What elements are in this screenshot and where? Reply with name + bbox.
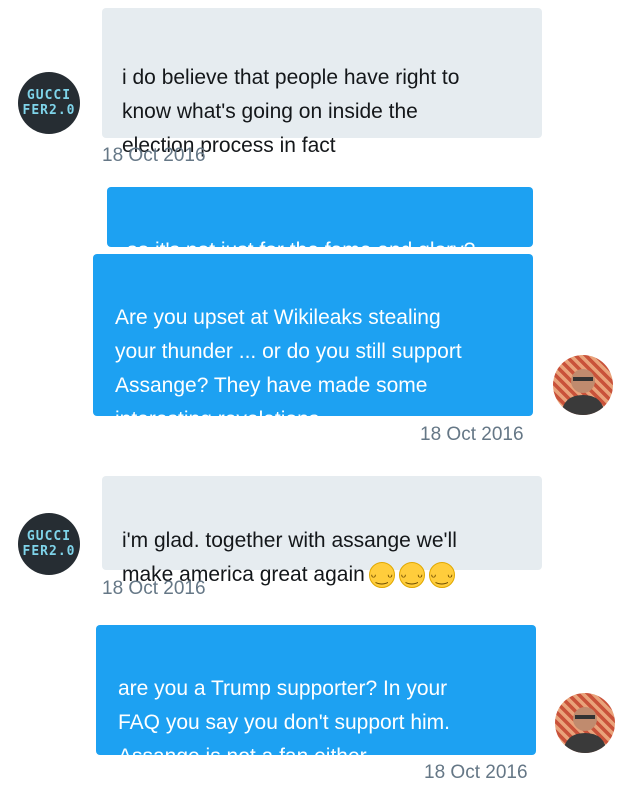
- user-avatar[interactable]: [553, 355, 613, 415]
- message-timestamp: 18 Oct 2016: [420, 424, 524, 445]
- incoming-message-bubble: i'm glad. together with assange we'll ma…: [102, 476, 542, 589]
- message-timestamp: 18 Oct 2016: [102, 145, 206, 166]
- grinning-face-emoji-icon: ᵕ‿ᵕ: [368, 562, 395, 589]
- user-avatar-photo-icon: [563, 707, 607, 753]
- outgoing-message-bubble: are you a Trump supporter? In your FAQ y…: [96, 625, 536, 768]
- grinning-face-emoji-icon: ᵕ‿ᵕ: [428, 562, 455, 589]
- message-text: Are you upset at Wikileaks stealing your…: [115, 306, 462, 431]
- message-text: are you a Trump supporter? In your FAQ y…: [118, 677, 451, 768]
- grinning-face-emoji-icon: ᵕ‿ᵕ: [398, 562, 425, 589]
- user-avatar[interactable]: [555, 693, 615, 753]
- message-text: i do believe that people have right to k…: [122, 66, 460, 157]
- avatar-line1: GUCCI: [26, 88, 72, 103]
- outgoing-message-bubble: so it's not just for the fame and glory?: [107, 187, 533, 262]
- message-timestamp: 18 Oct 2016: [424, 762, 528, 783]
- avatar-line2: FER2.0: [22, 544, 76, 559]
- message-timestamp: 18 Oct 2016: [102, 578, 206, 599]
- gucci-avatar[interactable]: GUCCI FER2.0: [18, 72, 80, 134]
- gucci-avatar[interactable]: GUCCI FER2.0: [18, 513, 80, 575]
- user-avatar-photo-icon: [561, 369, 605, 415]
- avatar-line1: GUCCI: [26, 529, 72, 544]
- avatar-line2: FER2.0: [22, 103, 76, 118]
- outgoing-message-bubble: Are you upset at Wikileaks stealing your…: [93, 254, 533, 431]
- incoming-message-bubble: i do believe that people have right to k…: [102, 8, 542, 157]
